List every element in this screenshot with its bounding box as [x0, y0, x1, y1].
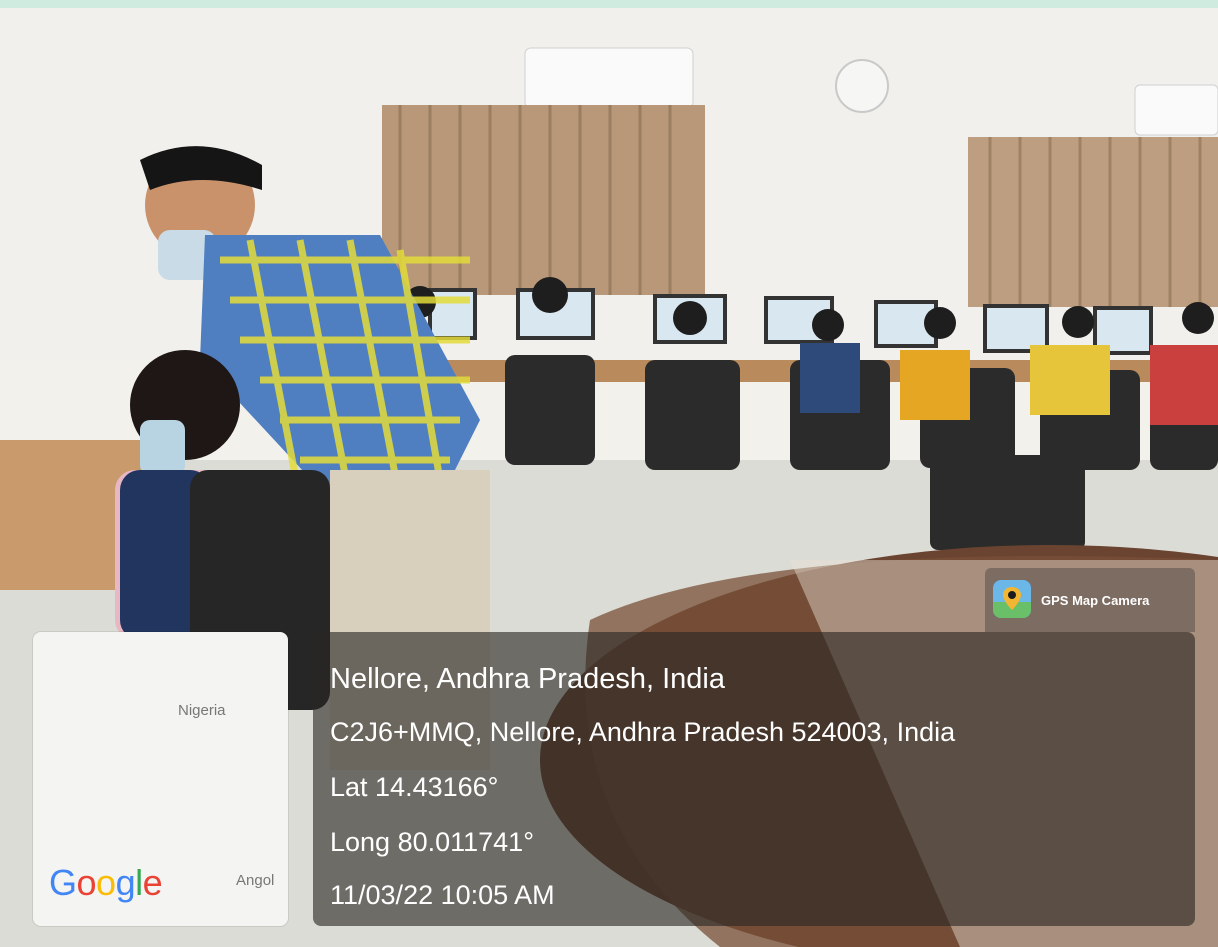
- google-logo-letter: o: [76, 862, 97, 903]
- location-address: C2J6+MMQ, Nellore, Andhra Pradesh 524003…: [330, 717, 956, 747]
- map-thumbnail: Nigeria Angol Google: [33, 632, 288, 926]
- google-logo-letter: l: [135, 862, 143, 903]
- google-logo: Google: [49, 862, 163, 904]
- datetime-text: 11/03/22 10:05 AM: [330, 880, 555, 910]
- latitude-text: Lat 14.43166°: [330, 772, 499, 802]
- google-logo-letter: g: [115, 862, 136, 903]
- google-logo-letter: G: [49, 862, 77, 903]
- longitude-text: Long 80.011741°: [330, 827, 534, 857]
- map-label-nigeria: Nigeria: [178, 702, 226, 719]
- location-info-panel: Nellore, Andhra Pradesh, India C2J6+MMQ,…: [313, 632, 1195, 926]
- google-logo-letter: o: [96, 862, 116, 903]
- map-pin-icon: [993, 580, 1031, 618]
- gps-map-camera-label: GPS Map Camera: [1041, 593, 1150, 608]
- gps-map-camera-badge: GPS Map Camera: [985, 568, 1195, 632]
- location-title: Nellore, Andhra Pradesh, India: [330, 663, 725, 695]
- map-label-angola: Angol: [236, 872, 275, 889]
- google-logo-letter: e: [142, 862, 163, 903]
